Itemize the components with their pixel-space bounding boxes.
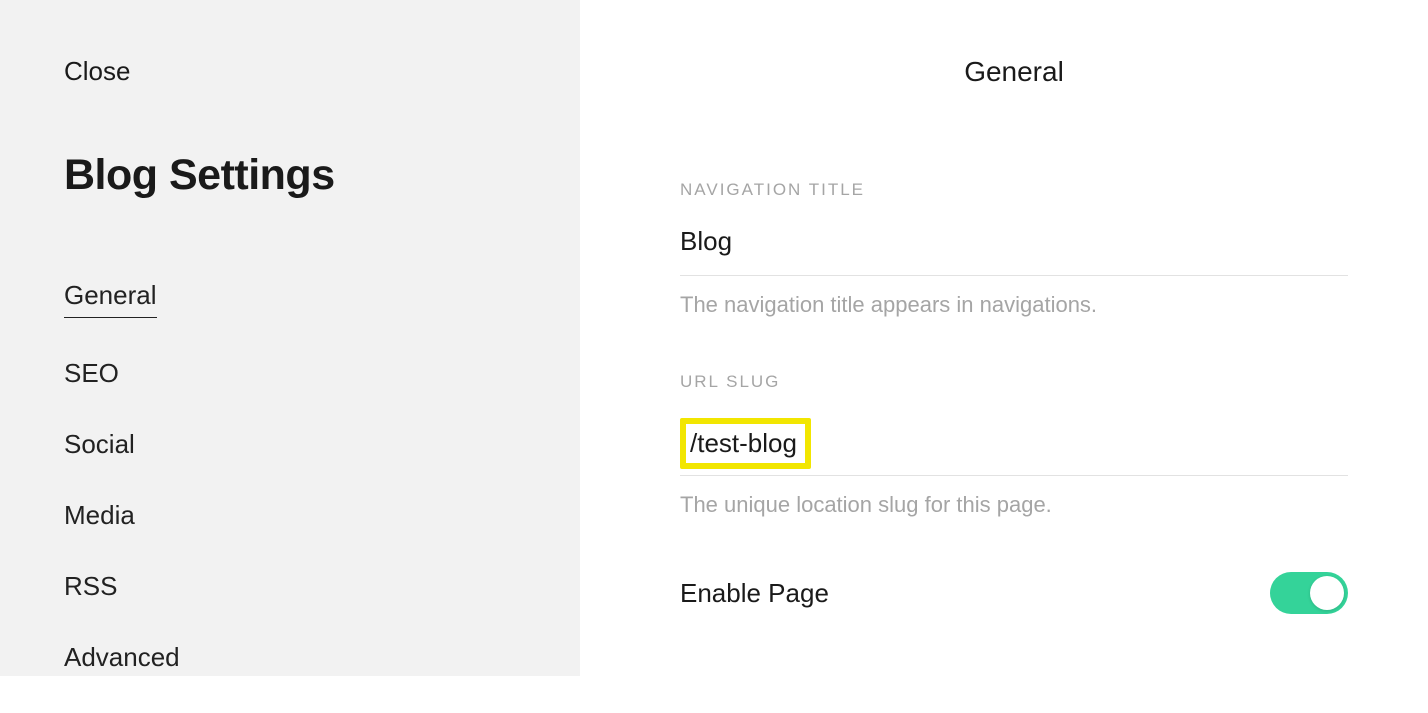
sidebar-item-media[interactable]: Media <box>64 500 135 531</box>
sidebar-item-advanced[interactable]: Advanced <box>64 642 180 673</box>
sidebar-item-social[interactable]: Social <box>64 429 135 460</box>
navigation-title-label: NAVIGATION TITLE <box>680 180 1348 200</box>
enable-page-label: Enable Page <box>680 578 829 609</box>
main-panel: General NAVIGATION TITLE The navigation … <box>580 0 1428 676</box>
panel-header: General <box>680 56 1348 88</box>
navigation-title-help: The navigation title appears in navigati… <box>680 292 1348 318</box>
sidebar-item-rss[interactable]: RSS <box>64 571 117 602</box>
navigation-title-field: NAVIGATION TITLE The navigation title ap… <box>680 180 1348 318</box>
url-slug-input[interactable]: /test-blog <box>690 428 797 458</box>
url-slug-underline <box>680 475 1348 476</box>
sidebar-item-seo[interactable]: SEO <box>64 358 119 389</box>
close-button[interactable]: Close <box>64 56 130 87</box>
sidebar-nav: General SEO Social Media RSS Advanced <box>64 280 516 713</box>
page-title: Blog Settings <box>64 151 516 200</box>
url-slug-highlight: /test-blog <box>680 418 811 469</box>
settings-sidebar: Close Blog Settings General SEO Social M… <box>0 0 580 676</box>
navigation-title-input[interactable] <box>680 226 1348 276</box>
enable-page-row: Enable Page <box>680 572 1348 614</box>
url-slug-help: The unique location slug for this page. <box>680 492 1348 518</box>
enable-page-toggle[interactable] <box>1270 572 1348 614</box>
url-slug-label: URL SLUG <box>680 372 1348 392</box>
toggle-knob <box>1310 576 1344 610</box>
sidebar-item-general[interactable]: General <box>64 280 157 318</box>
url-slug-field: URL SLUG /test-blog The unique location … <box>680 372 1348 518</box>
